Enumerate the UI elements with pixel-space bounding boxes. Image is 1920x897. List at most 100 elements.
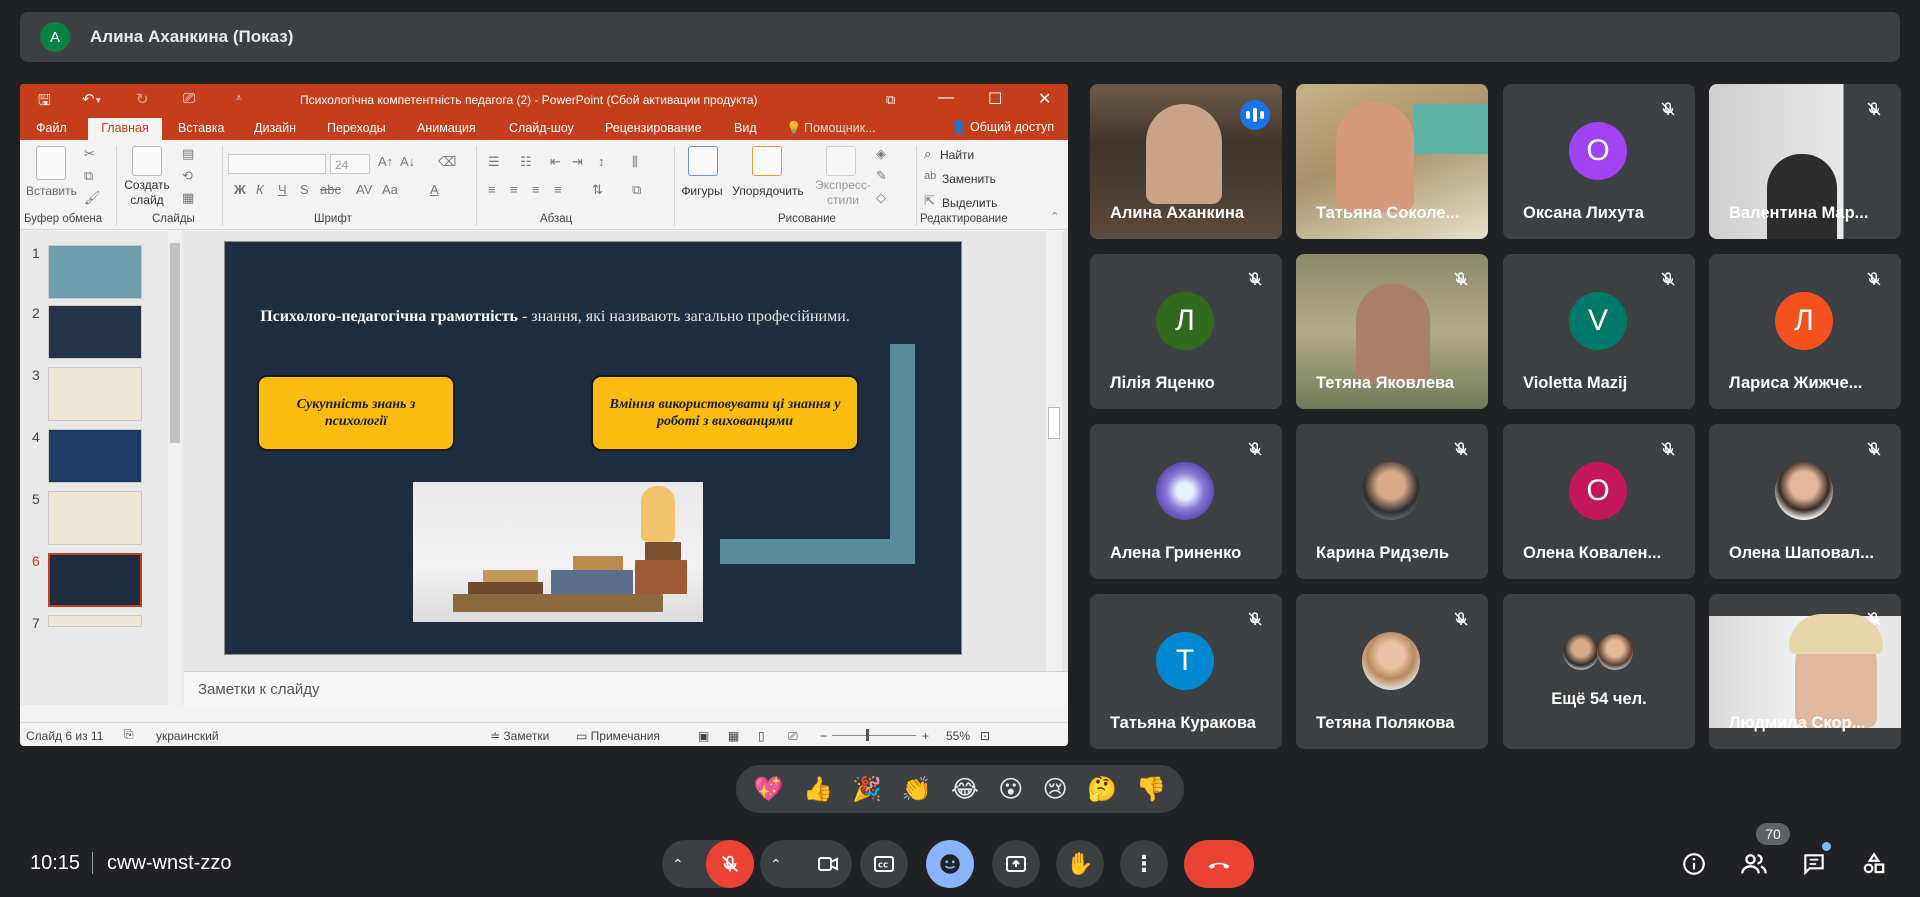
comments-toggle[interactable]: ▭ Примечания — [576, 729, 660, 743]
slide-thumbnail-7[interactable] — [48, 615, 142, 627]
zoom-slider[interactable] — [832, 735, 916, 736]
people-button[interactable] — [1738, 848, 1770, 880]
reset-icon[interactable]: ⟲ — [182, 168, 193, 184]
reaction-party[interactable]: 🎉 — [852, 775, 882, 804]
indent-decrease-icon[interactable]: ⇤ — [550, 154, 561, 170]
participant-tile[interactable]: Алина Аханкина — [1090, 84, 1282, 239]
underline-icon[interactable]: Ч — [278, 182, 287, 197]
bullets-icon[interactable]: ☰ — [488, 154, 500, 170]
reading-view-icon[interactable]: ▯ — [758, 729, 765, 743]
more-participants-tile[interactable]: Ещё 54 чел. — [1503, 594, 1695, 749]
spacing-icon[interactable]: AV — [356, 182, 372, 197]
align-center-icon[interactable]: ≡ — [510, 182, 518, 197]
participant-tile[interactable]: V Violetta Mazij — [1503, 254, 1695, 409]
tab-insert[interactable]: Вставка — [178, 121, 224, 135]
sorter-view-icon[interactable]: ▦ — [728, 729, 739, 743]
select-button[interactable]: Выделить — [942, 196, 997, 210]
present-button[interactable] — [992, 840, 1040, 888]
text-direction-icon[interactable]: ⇅ — [592, 182, 603, 198]
ribbon-display-icon[interactable]: ⧉ — [886, 92, 895, 108]
customize-qa-icon[interactable]: ⩡ — [236, 93, 242, 104]
tab-tell-me[interactable]: Помощник... — [804, 121, 876, 135]
reaction-sad[interactable]: 😢 — [1043, 775, 1068, 804]
current-slide[interactable]: Психолого-педагогічна грамотність - знан… — [224, 241, 962, 655]
replace-icon[interactable]: ab — [924, 170, 936, 182]
paste-button[interactable]: Вставить — [26, 184, 77, 198]
tab-slideshow[interactable]: Слайд-шоу — [509, 121, 574, 135]
participant-tile[interactable]: Валентина Мар... — [1709, 84, 1901, 239]
bold-icon[interactable]: Ж — [234, 182, 246, 197]
indent-increase-icon[interactable]: ⇥ — [572, 154, 583, 170]
grow-font-icon[interactable]: A↑ — [378, 154, 393, 169]
arrange-icon[interactable] — [752, 146, 782, 176]
reaction-thumbs-down[interactable]: 👎 — [1136, 775, 1166, 804]
minimize-icon[interactable]: — — [938, 89, 954, 107]
copy-icon[interactable]: ⧉ — [84, 168, 93, 184]
shadow-icon[interactable]: S — [300, 182, 309, 197]
participant-tile[interactable]: Тетяна Яковлева — [1296, 254, 1488, 409]
chevron-up-icon[interactable]: ⌃ — [672, 856, 684, 873]
collapse-ribbon-icon[interactable]: ⌃ — [1050, 210, 1059, 223]
chevron-up-icon[interactable]: ⌃ — [770, 856, 782, 873]
emoji-button[interactable] — [926, 840, 974, 888]
shapes-button[interactable]: Фигуры — [674, 184, 730, 198]
new-slide-icon[interactable] — [132, 146, 162, 176]
slide-thumbnail-4[interactable] — [48, 429, 142, 483]
find-button[interactable]: Найти — [940, 148, 974, 162]
participant-tile[interactable]: Тетяна Полякова — [1296, 594, 1488, 749]
font-size-select[interactable]: 24 — [330, 154, 370, 174]
shapes-icon[interactable] — [688, 146, 718, 176]
columns-icon[interactable]: ⫼ — [632, 154, 638, 170]
paste-icon[interactable] — [36, 146, 66, 180]
participant-tile[interactable]: Алена Гриненко — [1090, 424, 1282, 579]
undo-icon[interactable]: ↶ — [82, 90, 95, 108]
participant-tile[interactable]: Л Лілія Яценко — [1090, 254, 1282, 409]
slide-thumbnail-6[interactable] — [48, 553, 142, 607]
quick-styles-button[interactable]: Экспресс-стили — [812, 178, 874, 208]
more-options-button[interactable]: ⋮ — [1120, 840, 1168, 888]
smartart-icon[interactable]: ⧉ — [632, 182, 641, 198]
zoom-in-icon[interactable]: + — [922, 729, 929, 743]
participant-tile[interactable]: Карина Ридзель — [1296, 424, 1488, 579]
activities-button[interactable] — [1858, 848, 1890, 880]
reaction-thinking[interactable]: 🤔 — [1087, 775, 1117, 804]
align-left-icon[interactable]: ≡ — [488, 182, 496, 197]
tab-review[interactable]: Рецензирование — [605, 121, 702, 135]
save-icon[interactable]: 🖫 — [38, 90, 51, 115]
font-family-select[interactable] — [228, 154, 326, 174]
chat-button[interactable] — [1798, 848, 1830, 880]
spellcheck-icon[interactable]: ⎘ — [124, 727, 134, 742]
fill-icon[interactable]: ◈ — [876, 146, 886, 162]
camera-button[interactable] — [804, 840, 852, 888]
slide-scrollbar[interactable] — [1046, 231, 1062, 671]
clear-format-icon[interactable]: ⌫ — [438, 154, 456, 170]
maximize-icon[interactable]: ☐ — [988, 89, 1002, 109]
shrink-font-icon[interactable]: A↓ — [400, 154, 415, 169]
language-label[interactable]: украинский — [156, 729, 219, 743]
normal-view-icon[interactable]: ▣ — [698, 729, 709, 743]
replace-button[interactable]: Заменить — [942, 172, 996, 186]
slideshow-start-icon[interactable]: ⎚ — [183, 90, 195, 107]
tab-file[interactable]: Файл — [36, 121, 67, 135]
layout-icon[interactable]: ▤ — [182, 146, 194, 162]
reaction-laugh[interactable]: 😂 — [951, 775, 979, 804]
arrange-button[interactable]: Упорядочить — [726, 184, 810, 198]
justify-icon[interactable]: ≡ — [554, 182, 562, 197]
participant-tile[interactable]: Людмила Скор... — [1709, 594, 1901, 749]
reaction-clap[interactable]: 👏 — [902, 775, 932, 804]
tab-transitions[interactable]: Переходы — [327, 121, 386, 135]
tab-design[interactable]: Дизайн — [254, 121, 296, 135]
reaction-heart[interactable]: 💖 — [754, 775, 784, 804]
slide-thumbnail-2[interactable] — [48, 305, 142, 359]
notes-toggle[interactable]: ≐ Заметки — [490, 729, 549, 743]
meeting-info-button[interactable] — [1678, 848, 1710, 880]
case-icon[interactable]: Aa — [382, 182, 398, 197]
tab-view[interactable]: Вид — [734, 121, 757, 135]
participant-tile[interactable]: Т Татьяна Куракова — [1090, 594, 1282, 749]
reaction-thumbs-up[interactable]: 👍 — [803, 775, 833, 804]
raise-hand-button[interactable]: ✋ — [1056, 840, 1104, 888]
effects-icon[interactable]: ◇ — [876, 190, 886, 206]
participant-tile[interactable]: О Олена Ковален... — [1503, 424, 1695, 579]
participant-tile[interactable]: О Оксана Лихута — [1503, 84, 1695, 239]
quick-styles-icon[interactable] — [826, 146, 856, 176]
